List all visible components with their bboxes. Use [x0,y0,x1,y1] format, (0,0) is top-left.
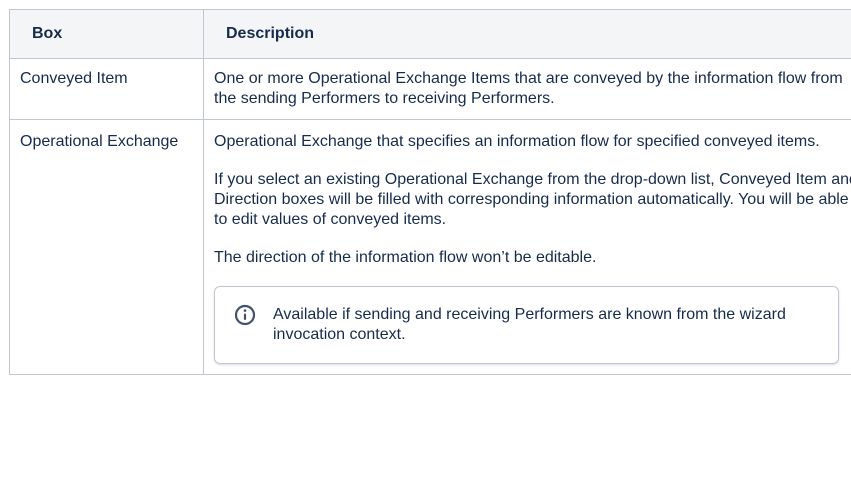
info-panel-text: Available if sending and receiving Perfo… [273,306,786,343]
description-table-container: Box Description Conveyed Item One or mor… [9,9,851,375]
description-table: Box Description Conveyed Item One or mor… [9,9,851,375]
box-cell: Conveyed Item [9,58,204,120]
column-header-description: Description [203,9,851,59]
description-text: Operational Exchange that specifies an i… [214,133,820,150]
table-row: Conveyed Item One or more Operational Ex… [9,58,851,120]
table-row: Operational Exchange Operational Exchang… [9,119,851,375]
column-header-box: Box [9,9,204,59]
description-text: One or more Operational Exchange Items t… [214,70,843,107]
box-cell: Operational Exchange [9,119,204,375]
description-cell: Operational Exchange that specifies an i… [203,119,851,375]
description-text: The direction of the information flow wo… [214,249,597,266]
table-header-row: Box Description [9,9,851,59]
info-icon [234,304,256,326]
description-text: If you select an existing Operational Ex… [214,171,851,228]
info-panel: Available if sending and receiving Perfo… [214,286,839,364]
description-cell: One or more Operational Exchange Items t… [203,58,851,120]
